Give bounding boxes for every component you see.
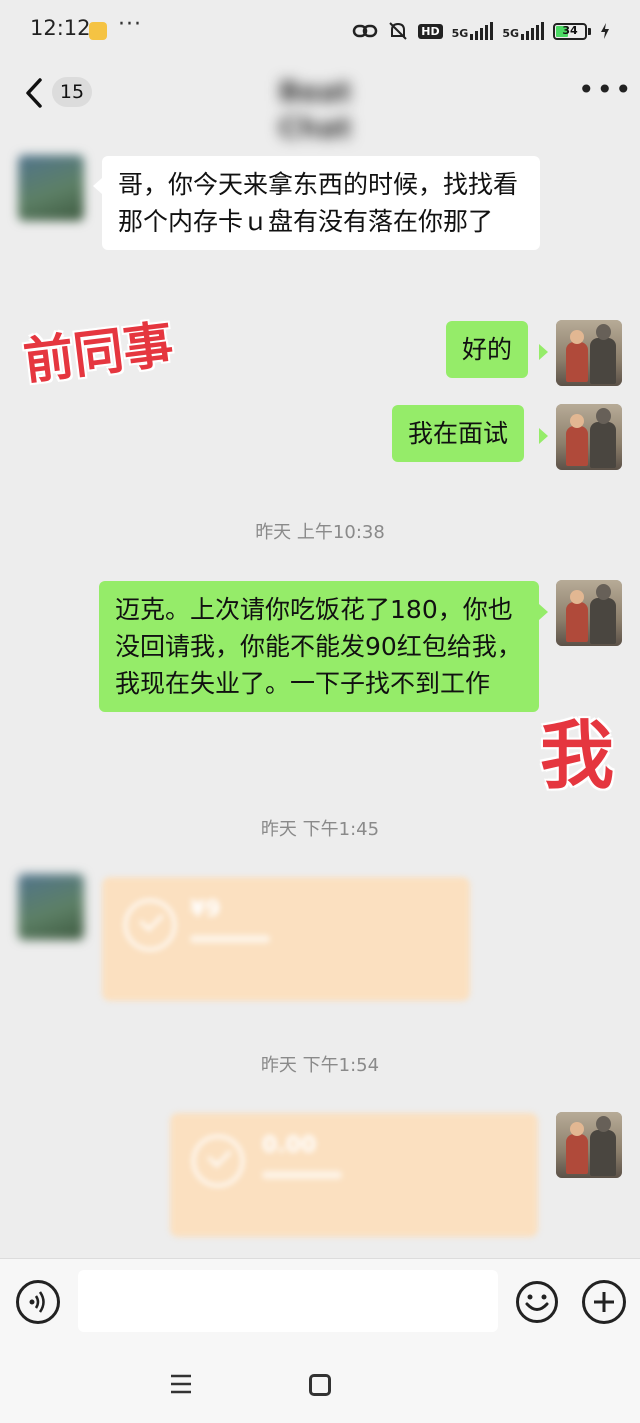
hd-badge: HD bbox=[418, 23, 443, 39]
add-more-button[interactable] bbox=[582, 1280, 626, 1324]
link-icon bbox=[353, 24, 378, 38]
status-icons: HD 5G 5G 34 bbox=[352, 18, 610, 44]
my-avatar[interactable] bbox=[556, 1112, 622, 1178]
timestamp: 昨天 下午1:45 bbox=[260, 819, 380, 840]
me-annotation: 我 bbox=[540, 713, 614, 799]
voice-icon bbox=[29, 1291, 45, 1313]
back-icon[interactable] bbox=[20, 74, 56, 112]
red-packet-amount: 0.00 bbox=[262, 1133, 317, 1158]
mute-bell-icon bbox=[389, 22, 407, 40]
my-avatar[interactable] bbox=[556, 320, 622, 386]
network-type-label-2: 5G bbox=[502, 22, 544, 40]
message-bubble[interactable]: 哥，你今天来拿东西的时候，找找看那个内存卡ｕ盘有没有落在你那了 bbox=[102, 156, 540, 250]
charging-icon bbox=[601, 23, 609, 39]
more-options-icon[interactable]: ••• bbox=[578, 76, 634, 104]
red-packet-message[interactable]: ¥9 bbox=[102, 877, 470, 1001]
menu-icon[interactable] bbox=[170, 1373, 192, 1395]
status-time: 12:12 bbox=[30, 16, 91, 40]
red-packet-amount: ¥9 bbox=[190, 897, 221, 922]
plus-icon bbox=[594, 1292, 614, 1312]
unread-count-badge[interactable]: 15 bbox=[52, 77, 92, 107]
contact-avatar[interactable] bbox=[18, 874, 84, 940]
voice-input-button[interactable] bbox=[16, 1280, 60, 1324]
my-avatar[interactable] bbox=[556, 404, 622, 470]
my-avatar[interactable] bbox=[556, 580, 622, 646]
contact-avatar[interactable] bbox=[18, 155, 84, 221]
coworker-annotation: 前同事 bbox=[20, 315, 177, 392]
timestamp: 昨天 下午1:54 bbox=[260, 1055, 380, 1076]
red-packet-message[interactable]: 0.00 bbox=[170, 1113, 538, 1237]
network-type-label: 5G bbox=[452, 22, 494, 40]
emoji-icon[interactable] bbox=[515, 1280, 559, 1324]
message-bubble[interactable]: 好的 bbox=[446, 321, 529, 378]
app-notification-icon bbox=[89, 22, 107, 40]
message-bubble[interactable]: 我在面试 bbox=[392, 405, 525, 462]
home-icon[interactable] bbox=[309, 1374, 331, 1396]
message-input[interactable] bbox=[78, 1270, 498, 1332]
timestamp: 昨天 上午10:38 bbox=[255, 522, 385, 543]
signal-icon bbox=[470, 22, 494, 40]
signal-icon-2 bbox=[521, 22, 544, 40]
more-notifications-icon: ··· bbox=[118, 12, 142, 37]
message-bubble[interactable]: 迈克。上次请你吃饭花了180，你也没回请我，你能不能发90红包给我，我现在失业了… bbox=[99, 581, 539, 712]
chat-title[interactable]: Beat Chat bbox=[240, 74, 390, 144]
battery-icon: 34 bbox=[553, 22, 587, 40]
